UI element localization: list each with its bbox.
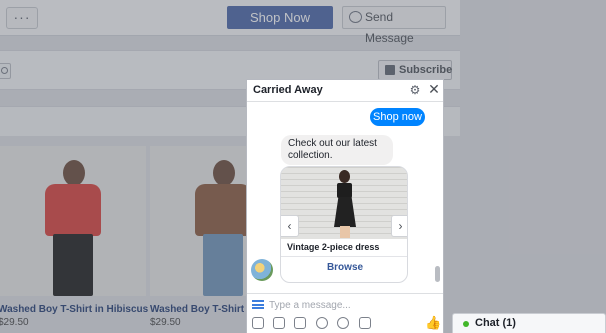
card-title: Vintage 2-piece dress — [287, 242, 380, 252]
chat-bar[interactable]: Chat (1) — [452, 313, 606, 333]
card-image[interactable] — [281, 167, 407, 239]
messenger-chat-window: Carried Away ⚙ ✕ Shop now Check out our … — [246, 79, 444, 333]
chat-header[interactable]: Carried Away ⚙ ✕ — [247, 80, 443, 102]
sticker-icon[interactable] — [273, 317, 285, 329]
carousel-next-button[interactable]: › — [391, 215, 407, 237]
like-icon[interactable]: 👍 — [425, 315, 441, 330]
outgoing-message: Shop now — [370, 108, 425, 126]
attachment-icon[interactable] — [337, 317, 349, 329]
browse-button[interactable]: Browse — [281, 262, 407, 273]
online-status-dot — [463, 321, 469, 327]
image-icon[interactable] — [252, 317, 264, 329]
close-icon[interactable]: ✕ — [428, 82, 440, 96]
chat-scrollbar[interactable] — [435, 266, 440, 282]
gear-icon[interactable]: ⚙ — [409, 84, 421, 96]
incoming-message: Check out our latest collection. — [281, 135, 393, 165]
gif-icon[interactable] — [294, 317, 306, 329]
product-card: ‹ › Vintage 2-piece dress Browse — [280, 166, 408, 283]
camera-icon[interactable] — [359, 317, 371, 329]
emoji-icon[interactable] — [316, 317, 328, 329]
dress-model-figure — [333, 170, 357, 238]
message-input[interactable] — [269, 297, 437, 313]
chat-bar-label: Chat (1) — [475, 317, 516, 329]
menu-icon[interactable] — [252, 300, 264, 309]
page-avatar[interactable] — [251, 259, 273, 281]
card-divider — [281, 256, 407, 257]
composer-tools: 👍 — [247, 315, 443, 333]
chat-title[interactable]: Carried Away — [253, 84, 323, 96]
composer — [247, 293, 443, 315]
carousel-prev-button[interactable]: ‹ — [281, 215, 299, 237]
